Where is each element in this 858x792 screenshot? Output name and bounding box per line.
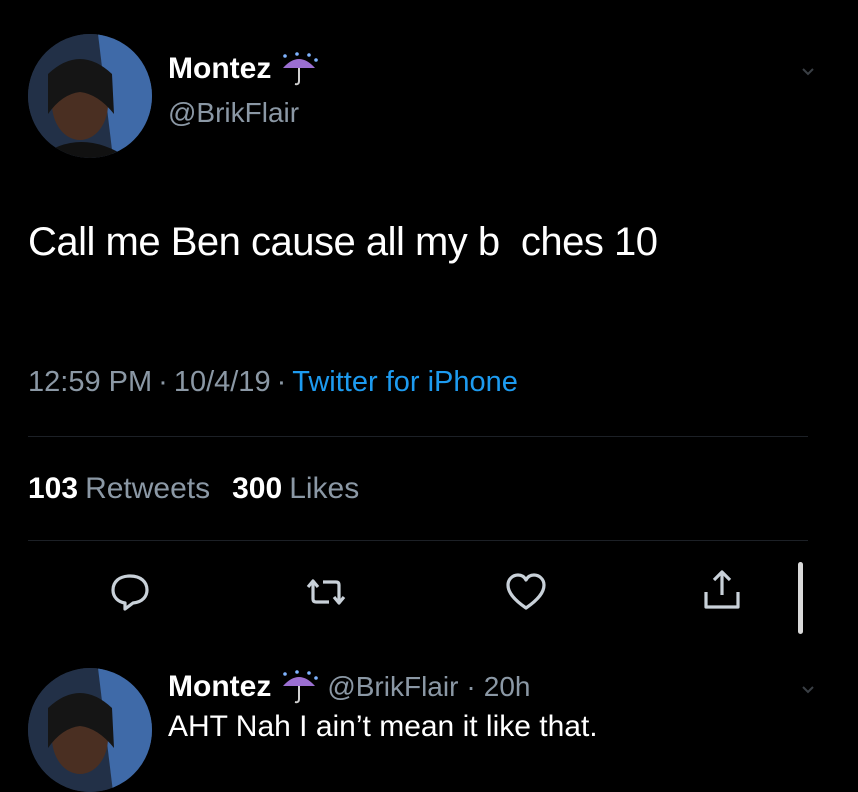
umbrella-with-rain-icon [279,52,319,86]
tweet-meta: 12:59 PM · 10/4/19 · Twitter for iPhone [28,366,518,399]
reply-icon [111,574,149,611]
retweet-icon [306,579,346,605]
meta-separator: · [158,366,168,398]
reply-author-name[interactable]: Montez [168,670,271,704]
tweet-source-link[interactable]: Twitter for iPhone [292,366,518,399]
reply-author-avatar[interactable] [28,668,152,792]
share-button[interactable] [696,564,748,616]
reply-button[interactable] [104,566,156,618]
retweets-label[interactable]: Retweets [85,472,210,506]
reply-chevron-down-icon[interactable] [800,680,816,703]
reply-text: AHT Nah I ain’t mean it like that. [168,710,598,743]
divider [28,540,808,541]
retweet-button[interactable] [300,566,352,618]
share-icon [704,570,740,609]
chevron-down-icon[interactable] [800,62,816,85]
reply-separator: · [466,671,476,702]
reply-author-handle[interactable]: @BrikFlair [327,671,458,703]
retweet-count[interactable]: 103 [28,472,78,506]
umbrella-with-rain-icon [279,670,319,704]
reply-age: 20h [483,671,531,702]
tweet-time: 12:59 PM [28,366,153,398]
author-handle[interactable]: @BrikFlair [168,97,299,129]
author-name[interactable]: Montez [168,52,271,86]
author-avatar[interactable] [28,34,152,158]
tweet-text: Call me Ben cause all my b ches 10 [28,220,658,264]
tweet-stats: 103 Retweets 300 Likes [28,472,381,506]
likes-label[interactable]: Likes [289,472,359,506]
meta-separator: · [276,366,287,398]
tweet-date: 10/4/19 [173,366,271,398]
divider [28,436,808,437]
scrollbar-thumb[interactable] [798,562,803,634]
like-icon [506,573,546,610]
like-button[interactable] [500,566,552,618]
like-count[interactable]: 300 [232,472,282,506]
